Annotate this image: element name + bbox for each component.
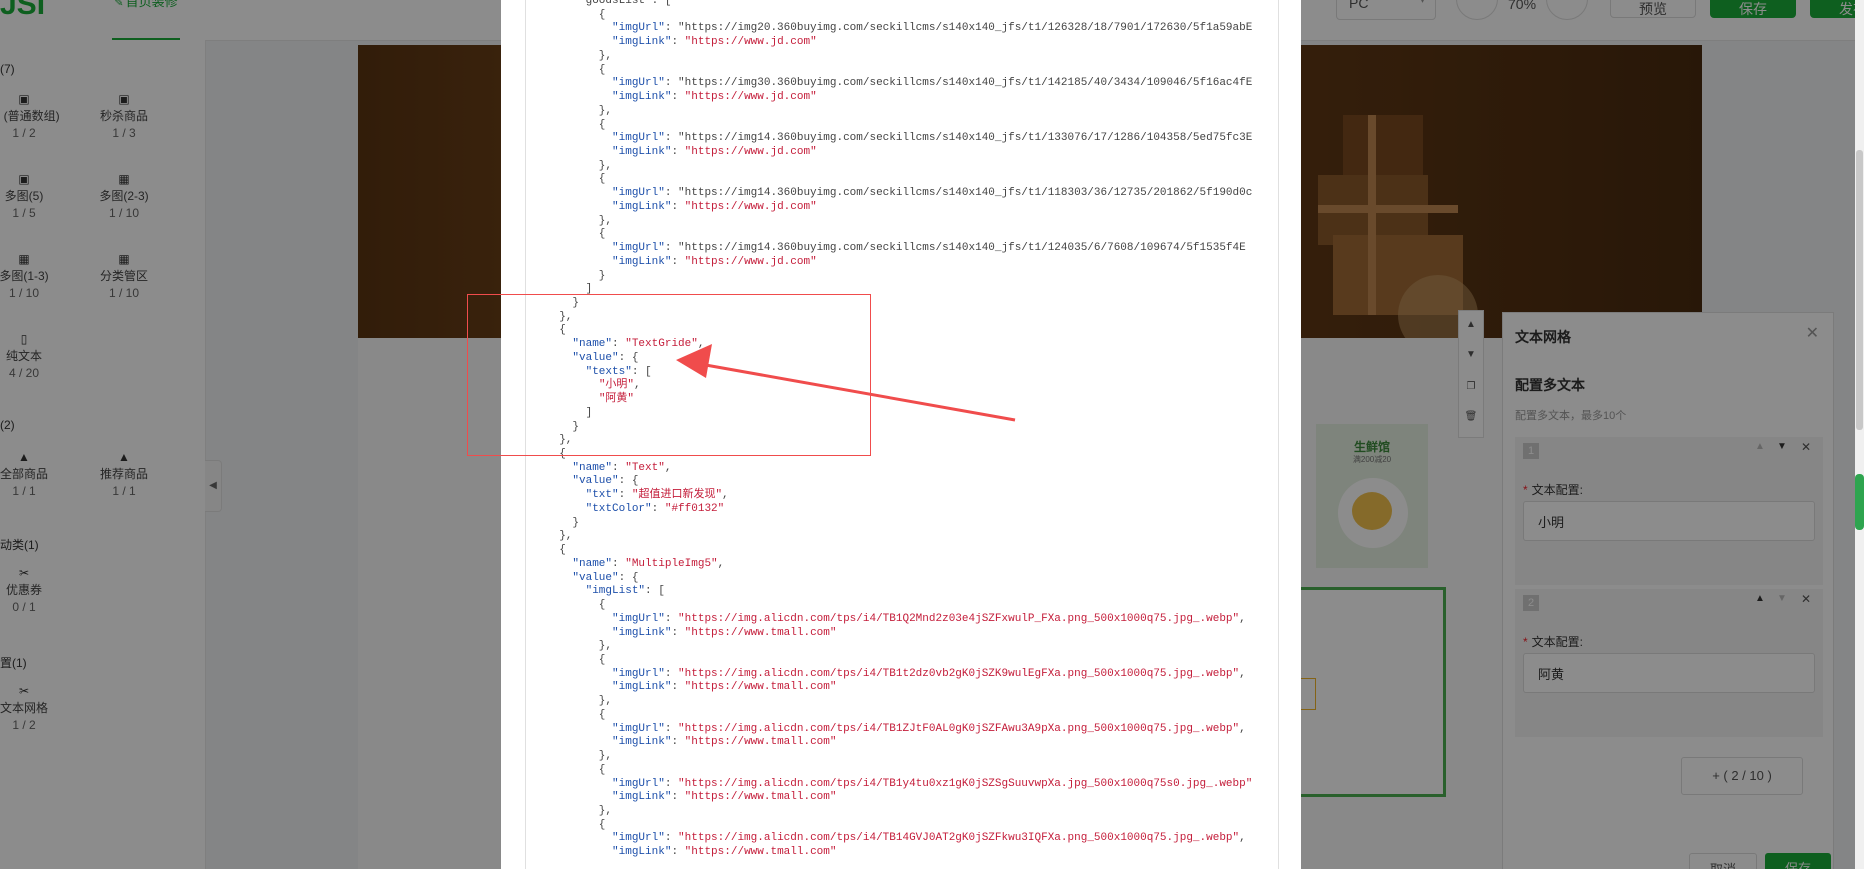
editor-app: JSI ✎首页装修 PC▾ 70% 预览 保存 发布 (7) ▣ 图 (普通数组… [0, 0, 1864, 869]
annotation-arrow [676, 344, 1016, 422]
